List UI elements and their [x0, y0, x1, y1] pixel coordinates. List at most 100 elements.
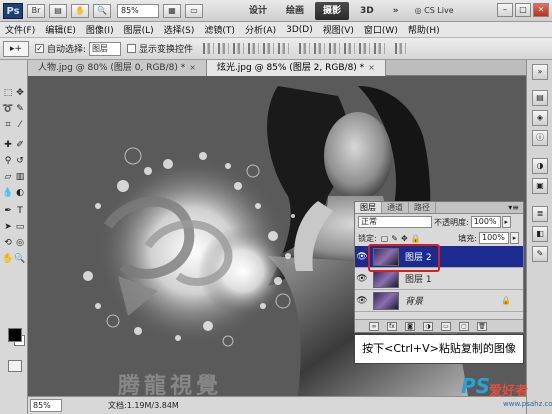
paths-panel-icon[interactable]: ✎ — [532, 246, 548, 262]
channels-panel-icon[interactable]: ◧ — [532, 226, 548, 242]
panel-menu-icon[interactable]: ▾≡ — [508, 202, 519, 213]
opacity-arrow-icon[interactable]: ▸ — [501, 216, 511, 228]
distribute-bottom-icon[interactable] — [329, 43, 341, 54]
align-right-icon[interactable] — [278, 43, 290, 54]
new-layer-icon[interactable]: ▢ — [459, 321, 469, 331]
auto-select-checkbox[interactable]: ✓ — [35, 44, 44, 53]
zoom-tool-icon[interactable]: 🔍 — [93, 3, 111, 18]
layers-panel-icon[interactable]: ≣ — [532, 206, 548, 222]
screen-mode-icon[interactable]: ▭ — [185, 3, 203, 18]
layer-style-icon[interactable]: fx — [387, 321, 397, 331]
collapse-panels-icon[interactable]: » — [532, 64, 548, 80]
menu-filter[interactable]: 滤镜(T) — [199, 23, 240, 36]
fill-field[interactable]: 100% — [479, 232, 509, 244]
minibridge-icon[interactable]: ▤ — [49, 3, 67, 18]
menu-analysis[interactable]: 分析(A) — [240, 23, 281, 36]
zoom-level-select[interactable]: 85% — [117, 3, 159, 18]
menu-3d[interactable]: 3D(D) — [281, 25, 318, 35]
tab-layers[interactable]: 图层 — [355, 202, 382, 213]
histogram-panel-icon[interactable]: ▤ — [532, 90, 548, 106]
show-transform-checkbox[interactable] — [127, 44, 137, 53]
menu-image[interactable]: 图像(I) — [81, 23, 119, 36]
gradient-tool-icon[interactable]: ▥ — [14, 170, 26, 184]
visibility-eye-icon[interactable]: 👁 — [355, 274, 369, 284]
distribute-top-icon[interactable] — [299, 43, 311, 54]
menu-window[interactable]: 窗口(W) — [359, 23, 403, 36]
quick-mask-icon[interactable] — [8, 360, 22, 372]
visibility-eye-icon[interactable]: 👁 — [355, 252, 369, 262]
crop-tool-icon[interactable]: ⌗ — [2, 118, 14, 132]
type-tool-icon[interactable]: T — [14, 204, 26, 218]
eyedropper-tool-icon[interactable]: ⁄ — [14, 118, 26, 132]
menu-view[interactable]: 视图(V) — [318, 23, 359, 36]
brush-tool-icon[interactable]: ✐ — [14, 138, 26, 152]
menu-layer[interactable]: 图层(L) — [119, 23, 159, 36]
menu-edit[interactable]: 编辑(E) — [40, 23, 81, 36]
auto-select-dropdown[interactable]: 图层 — [89, 41, 122, 56]
adjustments-panel-icon[interactable]: ◑ — [532, 158, 548, 174]
auto-align-icon[interactable] — [395, 43, 407, 54]
blend-mode-select[interactable]: 正常 — [358, 216, 432, 228]
delete-layer-icon[interactable]: 🗑 — [477, 321, 487, 331]
workspace-more-chevron-icon[interactable]: » — [385, 2, 407, 20]
layer-row-background[interactable]: 👁 背景 🔒 — [355, 290, 523, 312]
navigator-panel-icon[interactable]: ◈ — [532, 110, 548, 126]
close-tab-icon[interactable]: × — [189, 60, 196, 76]
quick-select-tool-icon[interactable]: ✎ — [14, 102, 26, 116]
marquee-tool-icon[interactable]: ⬚ — [2, 86, 14, 100]
workspace-design[interactable]: 设计 — [241, 2, 275, 20]
info-panel-icon[interactable]: ⓘ — [532, 130, 548, 146]
healing-brush-tool-icon[interactable]: ✚ — [2, 138, 14, 152]
menu-select[interactable]: 选择(S) — [159, 23, 200, 36]
close-button[interactable]: ✕ — [533, 3, 549, 17]
opacity-field[interactable]: 100% — [470, 216, 501, 228]
bridge-icon[interactable]: Br — [27, 3, 45, 18]
path-select-tool-icon[interactable]: ➤ — [2, 220, 14, 234]
minimize-button[interactable]: – — [497, 3, 513, 17]
close-tab-icon[interactable]: × — [368, 60, 375, 76]
masks-panel-icon[interactable]: ▣ — [532, 178, 548, 194]
maximize-button[interactable]: □ — [515, 3, 531, 17]
foreground-color-swatch[interactable] — [8, 328, 22, 342]
eraser-tool-icon[interactable]: ▱ — [2, 170, 14, 184]
visibility-eye-icon[interactable]: 👁 — [355, 296, 369, 306]
tab-document-1[interactable]: 人物.jpg @ 80% (图层 0, RGB/8) * × — [28, 60, 207, 76]
distribute-hcenter-icon[interactable] — [359, 43, 371, 54]
adjustment-layer-icon[interactable]: ◑ — [423, 321, 433, 331]
clone-stamp-tool-icon[interactable]: ⚲ — [2, 154, 14, 168]
pen-tool-icon[interactable]: ✒ — [2, 204, 14, 218]
link-layers-icon[interactable]: ∞ — [369, 321, 379, 331]
3d-rotate-tool-icon[interactable]: ⟲ — [2, 236, 14, 250]
tab-channels[interactable]: 通道 — [382, 202, 409, 213]
blur-tool-icon[interactable]: 💧 — [2, 186, 14, 200]
align-hcenter-icon[interactable] — [263, 43, 275, 54]
workspace-3d[interactable]: 3D — [352, 2, 382, 20]
3d-orbit-tool-icon[interactable]: ◎ — [14, 236, 26, 250]
tab-paths[interactable]: 路径 — [409, 202, 436, 213]
cs-live-button[interactable]: ◎ CS Live — [415, 6, 454, 15]
shape-tool-icon[interactable]: ▭ — [14, 220, 26, 234]
align-vcenter-icon[interactable] — [218, 43, 230, 54]
new-group-icon[interactable]: ▭ — [441, 321, 451, 331]
status-zoom-field[interactable]: 85% — [30, 399, 62, 412]
fill-arrow-icon[interactable]: ▸ — [510, 232, 519, 244]
add-mask-icon[interactable]: ◙ — [405, 321, 415, 331]
hand-tool-icon[interactable]: ✋ — [71, 3, 89, 18]
history-brush-tool-icon[interactable]: ↺ — [14, 154, 26, 168]
zoom-tool-icon-side[interactable]: 🔍 — [14, 252, 26, 266]
move-tool-preset-icon[interactable]: ▸+ — [3, 40, 29, 57]
menu-help[interactable]: 帮助(H) — [403, 23, 445, 36]
lock-options-icons[interactable]: ▢✎✥🔒 — [381, 234, 424, 243]
align-left-icon[interactable] — [248, 43, 260, 54]
dodge-tool-icon[interactable]: ◐ — [14, 186, 26, 200]
workspace-photography[interactable]: 摄影 — [315, 1, 350, 20]
lasso-tool-icon[interactable]: ➰ — [2, 102, 14, 116]
align-top-icon[interactable] — [203, 43, 215, 54]
workspace-painting[interactable]: 绘画 — [278, 2, 312, 20]
move-tool-icon[interactable]: ✥ — [14, 86, 26, 100]
tab-document-2[interactable]: 炫光.jpg @ 85% (图层 2, RGB/8) * × — [206, 60, 386, 76]
arrange-docs-icon[interactable]: ▦ — [163, 3, 181, 18]
menu-file[interactable]: 文件(F) — [0, 23, 40, 36]
align-bottom-icon[interactable] — [233, 43, 245, 54]
hand-tool-icon-side[interactable]: ✋ — [2, 252, 14, 266]
